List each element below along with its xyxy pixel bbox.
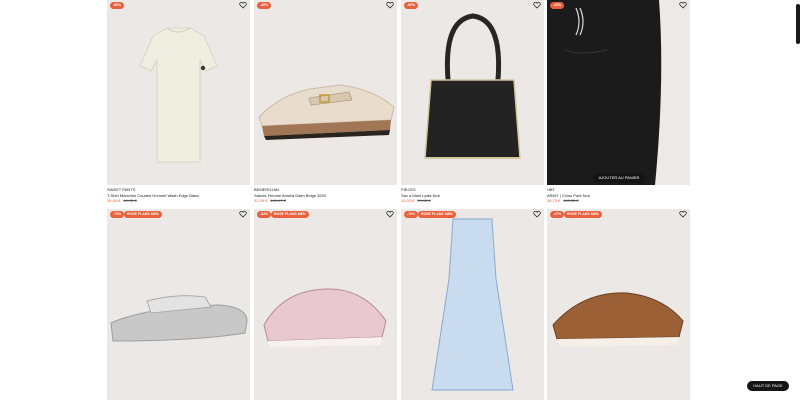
heart-outline-icon[interactable] [239,1,247,9]
product-grid: -60% SWEET PANTS T-Shirt Manches Courtes… [107,0,691,400]
discount-badge: -40% [550,2,565,9]
add-to-cart-button[interactable]: AJOUTER AU PANIER [593,173,645,183]
product-price: 10,03 € [401,198,415,204]
heart-outline-icon[interactable] [239,210,247,218]
product-image-black-chino-pant[interactable] [547,0,690,185]
discount-badge: -52% [257,211,272,218]
heart-outline-icon[interactable] [533,1,541,9]
product-old-price: 104,47 € [270,198,286,204]
product-old-price: 29,95 € [417,198,431,204]
discount-badge: -73% [110,211,125,218]
product-info: BEMEROJAN Sabots Femme Amelia Daim Beige… [254,187,397,204]
product-price: 36,73 € [547,198,561,204]
discount-badge: -60% [110,2,125,9]
product-image-silver-platform-sandal[interactable] [107,209,250,400]
product-info: PIECES Sac à Main Lydia Noir 10,03 €29,9… [401,187,544,204]
heart-outline-icon[interactable] [386,210,394,218]
promo-badge: ROSE PLANS MEN [124,211,162,218]
scrollbar-thumb[interactable] [796,4,800,44]
product-image-beige-suede-clog[interactable] [254,0,397,185]
product-image-brown-suede-derby[interactable] [547,209,690,400]
heart-outline-icon[interactable] [386,1,394,9]
product-image-cream-tshirt[interactable] [107,0,250,185]
back-to-top-button[interactable]: HAUT DE PAGE [747,381,789,391]
promo-badge: ROSE PLANS MEN [271,211,309,218]
heart-outline-icon[interactable] [679,210,687,218]
product-info: SWEET PANTS T-Shirt Manches Courtes Homm… [107,187,250,204]
product-price: 32,39 € [254,198,268,204]
discount-badge: -60% [404,2,419,9]
heart-outline-icon[interactable] [679,1,687,9]
discount-badge: -47% [550,211,565,218]
product-old-price: 112,50 € [563,198,579,204]
promo-badge: ROSE PLANS MEN [564,211,602,218]
product-image-pink-metallic-sneaker[interactable] [254,209,397,400]
product-image-black-straw-tote[interactable] [401,0,544,185]
discount-badge: -40% [257,2,272,9]
promo-badge: ROSE PLANS MEN [418,211,456,218]
discount-badge: -73% [404,211,419,218]
product-image-blue-zebra-dress[interactable] [401,209,544,400]
heart-outline-icon[interactable] [533,210,541,218]
product-info: HBT ARMY | Chino Pant Noir 36,73 €112,50… [547,187,690,204]
product-old-price: 69,95 € [123,198,137,204]
product-price: 35,00 € [107,198,121,204]
